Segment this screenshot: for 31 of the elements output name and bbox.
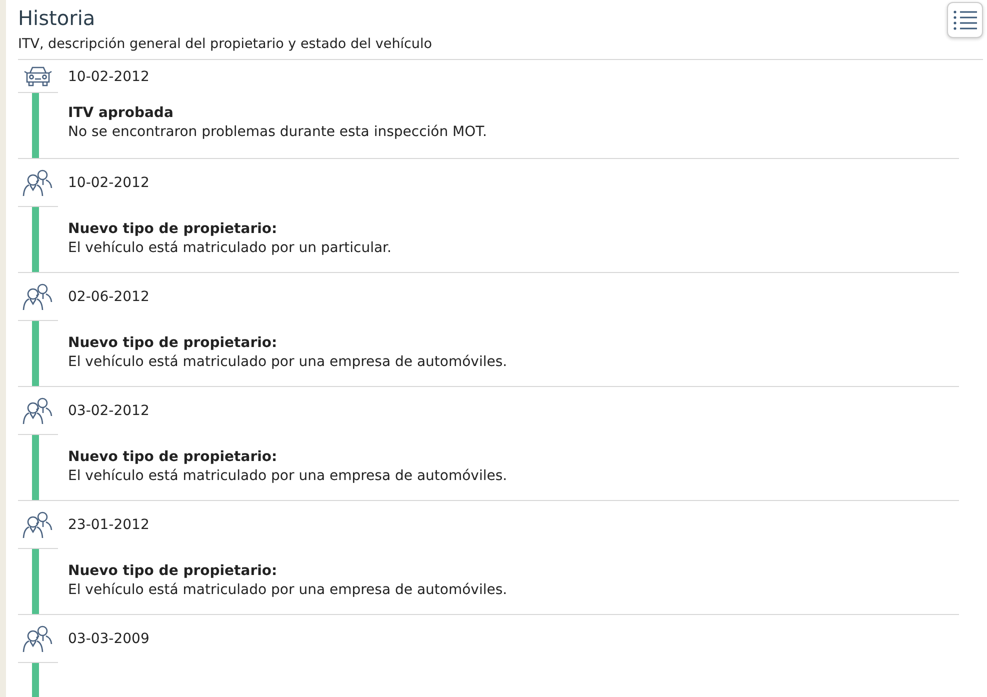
timeline-bar xyxy=(32,207,39,272)
event-description: El vehículo está matriculado por una empresa de automóviles. xyxy=(68,582,508,598)
timeline-bar xyxy=(32,435,39,500)
event-date: 23-01-2012 xyxy=(68,517,150,533)
timeline-bar xyxy=(32,549,39,614)
event-title: ITV aprobada xyxy=(68,105,174,121)
event-title: Nuevo tipo de propietario: xyxy=(68,221,278,237)
people-icon xyxy=(22,396,54,424)
event-description: El vehículo está matriculado por una empresa de automóviles. xyxy=(68,468,508,484)
event-title: Nuevo tipo de propietario: xyxy=(68,335,278,351)
people-icon xyxy=(22,510,54,538)
event-description: No se encontraron problemas durante esta inspección MOT. xyxy=(68,124,487,140)
section-subtitle: ITV, descripción general del propietario y estado del vehículo xyxy=(18,36,432,52)
list-view-button[interactable] xyxy=(947,2,983,38)
car-icon xyxy=(23,65,53,87)
event-date: 02-06-2012 xyxy=(68,289,150,305)
event-date: 10-02-2012 xyxy=(68,175,150,191)
timeline-bar xyxy=(32,321,39,386)
people-icon xyxy=(22,168,54,196)
event-date: 03-03-2009 xyxy=(68,631,150,647)
event-description: El vehículo está matriculado por un particular. xyxy=(68,240,392,256)
people-icon xyxy=(22,282,54,310)
event-title: Nuevo tipo de propietario: xyxy=(68,449,278,465)
event-title: Nuevo tipo de propietario: xyxy=(68,563,278,579)
section-title: Historia xyxy=(18,6,96,30)
event-date: 10-02-2012 xyxy=(68,68,150,84)
event-description: El vehículo está matriculado por una empresa de automóviles. xyxy=(68,354,508,370)
timeline-bar xyxy=(32,93,39,158)
list-icon xyxy=(952,8,978,32)
people-icon xyxy=(22,624,54,652)
event-date: 03-02-2012 xyxy=(68,403,150,419)
